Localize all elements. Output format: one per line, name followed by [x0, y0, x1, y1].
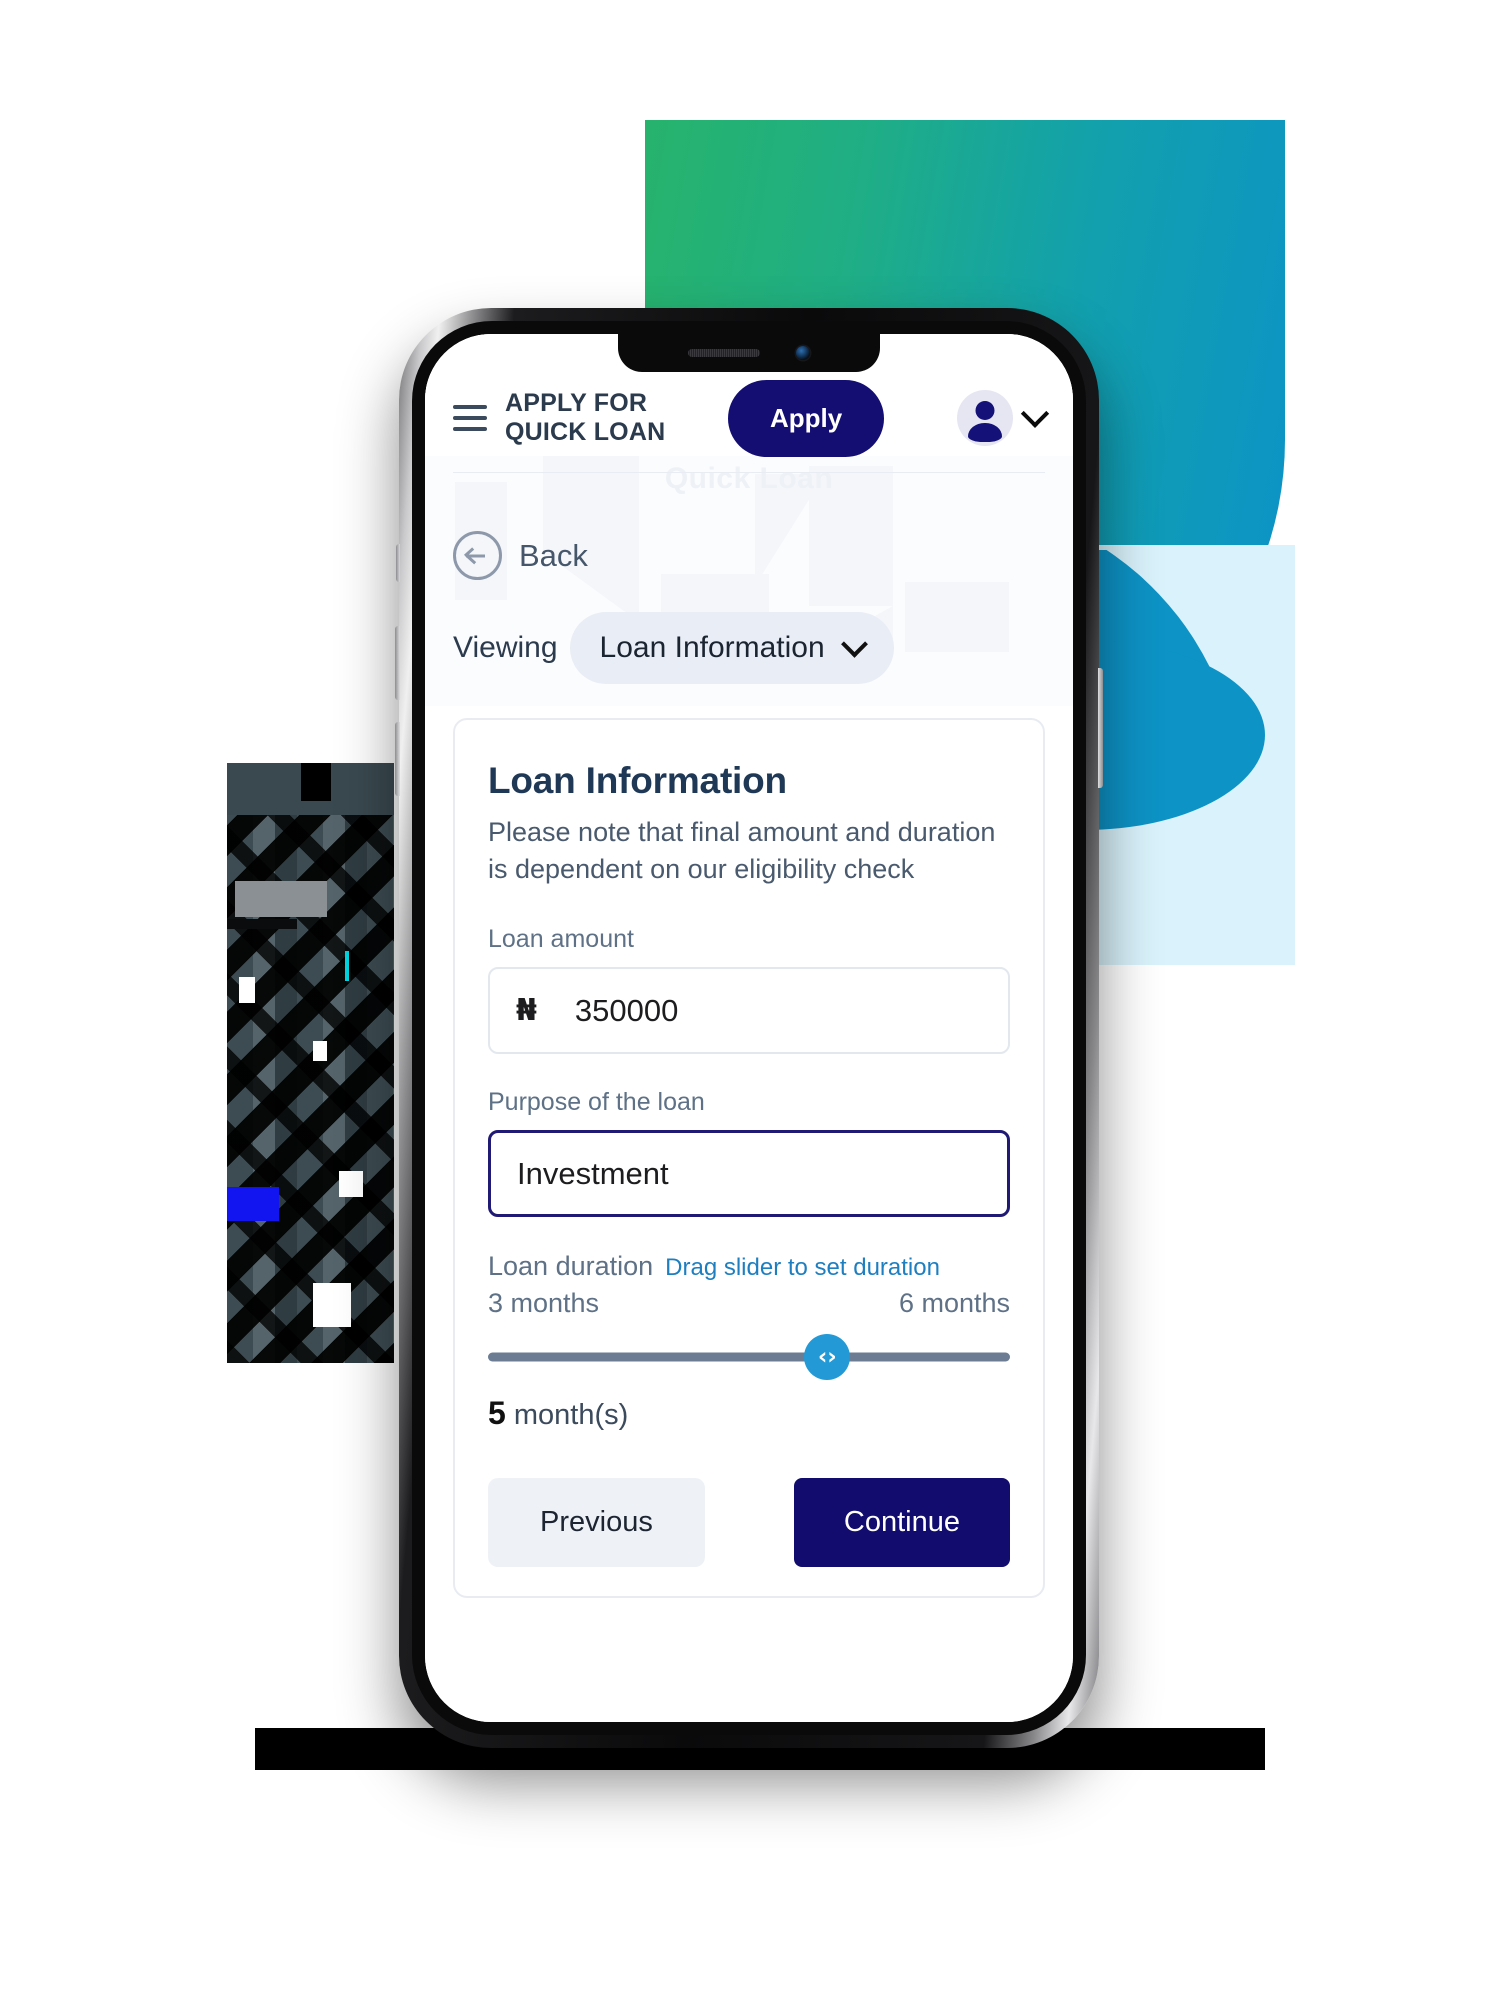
loan-duration-value: 5 month(s)	[488, 1395, 1010, 1432]
page-title: APPLY FOR QUICK LOAN	[505, 388, 666, 447]
section-select-value: Loan Information	[599, 631, 825, 664]
arrow-left-circle-icon[interactable]	[453, 531, 502, 580]
back-label: Back	[519, 537, 588, 573]
duration-min-label: 3 months	[488, 1288, 600, 1319]
naira-currency-icon: ₦	[516, 993, 537, 1029]
hamburger-menu-icon[interactable]	[453, 405, 487, 431]
loan-information-card: Loan Information Please note that final …	[453, 718, 1045, 1598]
corrupted-image-block	[227, 763, 394, 1363]
loan-amount-label: Loan amount	[488, 925, 634, 954]
loan-duration-slider[interactable]: ‹›	[488, 1334, 1010, 1381]
phone-volume-up-button	[395, 626, 400, 700]
app-viewport: Quick Loan APPLY FOR QUICK LOAN Apply Ba…	[425, 334, 1073, 1722]
phone-notch	[618, 334, 880, 372]
account-menu[interactable]	[957, 390, 1050, 446]
card-subtitle: Please note that final amount and durati…	[488, 817, 996, 884]
phone-power-button	[1098, 668, 1103, 788]
slider-thumb-handle[interactable]: ‹›	[804, 1334, 851, 1381]
phone-screen: Quick Loan APPLY FOR QUICK LOAN Apply Ba…	[425, 334, 1073, 1722]
loan-duration-range: 3 months 6 months	[488, 1288, 1010, 1319]
loan-purpose-label: Purpose of the loan	[488, 1088, 705, 1117]
loan-purpose-value: Investment	[517, 1155, 669, 1191]
loan-amount-input[interactable]: ₦ 350000	[488, 967, 1010, 1055]
duration-max-label: 6 months	[898, 1288, 1010, 1319]
front-camera-icon	[796, 346, 810, 360]
loan-purpose-input[interactable]: Investment	[488, 1130, 1010, 1218]
duration-value-unit: month(s)	[513, 1399, 629, 1432]
previous-button[interactable]: Previous	[488, 1478, 705, 1568]
viewing-label: Viewing	[453, 631, 558, 664]
earpiece-speaker-icon	[688, 349, 760, 357]
navbar-divider	[453, 472, 1045, 473]
continue-button[interactable]: Continue	[793, 1478, 1010, 1568]
section-select-dropdown[interactable]: Loan Information	[569, 612, 894, 684]
duration-value-number: 5	[488, 1395, 506, 1432]
chevron-down-icon[interactable]	[840, 630, 868, 658]
loan-duration-header: Loan duration Drag slider to set duratio…	[488, 1251, 1010, 1282]
back-button[interactable]: Back	[425, 473, 1073, 580]
card-title: Loan Information	[488, 760, 787, 801]
card-actions: Previous Continue	[488, 1478, 1010, 1568]
slider-track[interactable]	[488, 1352, 1010, 1362]
chevron-down-icon[interactable]	[1020, 399, 1050, 428]
loan-amount-value: 350000	[574, 992, 679, 1028]
viewing-row: Viewing Loan Information	[425, 580, 1073, 684]
loan-duration-hint: Drag slider to set duration	[665, 1254, 940, 1282]
loan-duration-label: Loan duration	[488, 1251, 654, 1282]
apply-button[interactable]: Apply	[728, 379, 885, 457]
phone-volume-down-button	[395, 722, 400, 796]
phone-mockup: Quick Loan APPLY FOR QUICK LOAN Apply Ba…	[395, 308, 1103, 1748]
phone-mute-switch	[396, 544, 400, 582]
user-avatar-icon[interactable]	[957, 390, 1013, 446]
screenshot-stage: Quick Loan APPLY FOR QUICK LOAN Apply Ba…	[0, 0, 1500, 2000]
